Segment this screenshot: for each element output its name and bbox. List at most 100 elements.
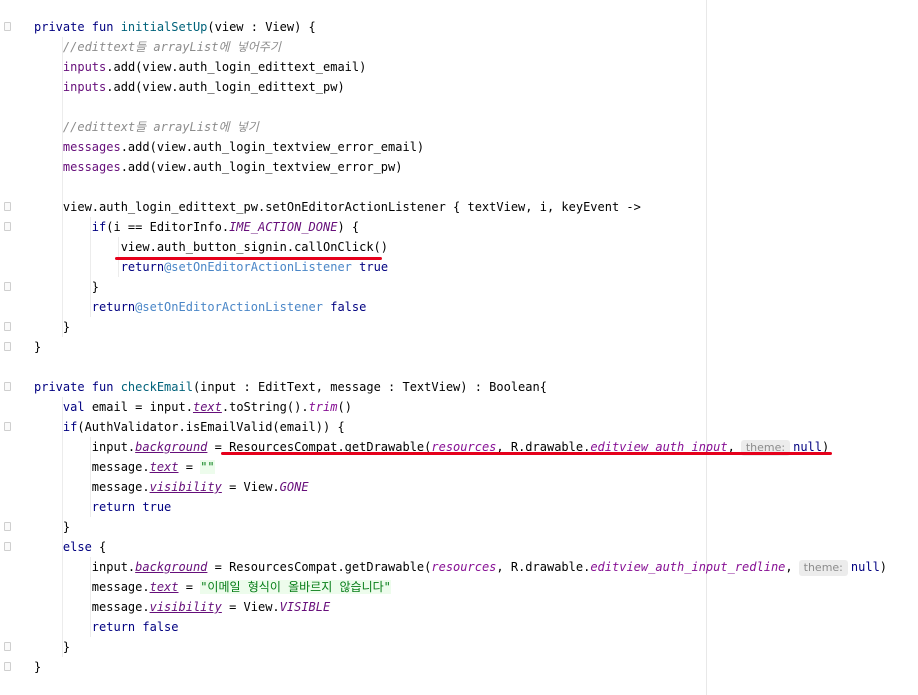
code-line[interactable]: //edittext들 arrayList에 넣어주기 <box>34 37 281 57</box>
code-token: () <box>337 400 352 414</box>
code-line[interactable]: message.text = "이메일 형식이 올바르지 않습니다" <box>34 577 391 597</box>
fold-marker-icon[interactable] <box>4 542 11 551</box>
code-token: private fun <box>34 20 121 34</box>
code-line[interactable]: messages.add(view.auth_login_textview_er… <box>34 137 424 157</box>
code-token: input. <box>34 440 136 454</box>
code-token: "" <box>200 460 215 474</box>
code-line[interactable]: } <box>34 637 70 657</box>
code-line[interactable]: } <box>34 657 41 677</box>
code-token: = <box>178 580 201 594</box>
code-line[interactable]: return@setOnEditorActionListener false <box>34 297 367 317</box>
parameter-hint: theme: <box>798 560 848 576</box>
code-line[interactable]: } <box>34 317 70 337</box>
code-token: text <box>149 460 179 474</box>
code-token: view.auth_login_edittext_pw.setOnEditorA… <box>34 200 641 214</box>
code-token: val <box>62 400 92 414</box>
code-token: checkEmail <box>120 380 193 394</box>
code-token: editview_auth_input_redline <box>590 560 786 574</box>
red-underline-annotation-drawable-call <box>221 452 832 455</box>
code-token: messages <box>62 160 121 174</box>
code-token: else <box>62 540 92 554</box>
code-token: //edittext들 arrayList에 넣어주기 <box>62 40 281 54</box>
code-token: .add(view.auth_login_edittext_pw) <box>106 80 345 94</box>
code-token: { <box>91 540 107 554</box>
code-token: } <box>34 280 100 294</box>
fold-marker-icon[interactable] <box>4 222 11 231</box>
code-line[interactable]: } <box>34 277 99 297</box>
code-line[interactable]: if(i == EditorInfo.IME_ACTION_DONE) { <box>34 217 359 237</box>
code-token: GONE <box>279 480 309 494</box>
fold-marker-icon[interactable] <box>4 662 11 671</box>
code-line[interactable]: } <box>34 337 41 357</box>
code-token: VISIBLE <box>279 600 331 614</box>
fold-marker-icon[interactable] <box>4 382 11 391</box>
code-token: = ResourcesCompat.getDrawable( <box>207 560 432 574</box>
code-token: message. <box>34 460 150 474</box>
fold-marker-icon[interactable] <box>4 422 11 431</box>
code-line[interactable]: inputs.add(view.auth_login_edittext_emai… <box>34 57 366 77</box>
code-token: .add(view.auth_login_textview_error_pw) <box>120 160 403 174</box>
code-token: } <box>34 640 71 654</box>
fold-marker-icon[interactable] <box>4 642 11 651</box>
code-line[interactable]: private fun checkEmail(input : EditText,… <box>34 377 547 397</box>
code-line[interactable]: view.auth_button_signin.callOnClick() <box>34 237 388 257</box>
code-line[interactable]: view.auth_login_edittext_pw.setOnEditorA… <box>34 197 641 217</box>
code-token: return true <box>91 500 172 514</box>
code-token: @setOnEditorActionListener <box>135 300 323 314</box>
code-line[interactable]: if(AuthValidator.isEmailValid(email)) { <box>34 417 345 437</box>
code-token: ) { <box>337 220 360 234</box>
fold-marker-icon[interactable] <box>4 202 11 211</box>
code-line[interactable]: messages.add(view.auth_login_textview_er… <box>34 157 403 177</box>
code-token: trim <box>308 400 338 414</box>
code-token: if <box>62 420 78 434</box>
code-line[interactable]: else { <box>34 537 106 557</box>
fold-marker-icon[interactable] <box>4 282 11 291</box>
code-token: email = input. <box>91 400 193 414</box>
fold-marker-icon[interactable] <box>4 22 11 31</box>
fold-marker-icon[interactable] <box>4 322 11 331</box>
code-line[interactable]: inputs.add(view.auth_login_edittext_pw) <box>34 77 345 97</box>
code-token: .add(view.auth_login_textview_error_emai… <box>120 140 425 154</box>
code-token: } <box>34 320 71 334</box>
code-line[interactable]: return true <box>34 497 171 517</box>
code-line[interactable]: return false <box>34 617 179 637</box>
code-token: } <box>34 340 42 354</box>
code-line[interactable]: return@setOnEditorActionListener true <box>34 257 388 277</box>
code-line[interactable]: val email = input.text.toString().trim() <box>34 397 352 417</box>
code-line[interactable]: message.visibility = View.VISIBLE <box>34 597 330 617</box>
fold-marker-icon[interactable] <box>4 522 11 531</box>
code-token: visibility <box>149 600 222 614</box>
code-token: (input : EditText, message : TextView) :… <box>192 380 547 394</box>
code-token: "이메일 형식이 올바르지 않습니다" <box>200 580 391 594</box>
code-line[interactable]: } <box>34 517 70 537</box>
code-editor[interactable]: private fun initialSetUp(view : View) { … <box>0 0 918 695</box>
code-line[interactable]: message.text = "" <box>34 457 215 477</box>
code-line[interactable]: input.background = ResourcesCompat.getDr… <box>34 557 887 577</box>
fold-marker-icon[interactable] <box>4 342 11 351</box>
code-token: resources <box>431 560 497 574</box>
code-token: message. <box>34 480 150 494</box>
code-line[interactable]: message.visibility = View.GONE <box>34 477 309 497</box>
code-line[interactable]: //edittext들 arrayList에 넣기 <box>34 117 259 137</box>
code-token: return <box>120 260 165 274</box>
code-token: background <box>135 560 208 574</box>
code-line[interactable]: private fun initialSetUp(view : View) { <box>34 17 316 37</box>
code-token: return <box>91 300 136 314</box>
code-token: message. <box>34 580 150 594</box>
code-token: return false <box>91 620 179 634</box>
code-token: null <box>850 560 880 574</box>
code-token: text <box>149 580 179 594</box>
code-token: = View. <box>221 600 280 614</box>
